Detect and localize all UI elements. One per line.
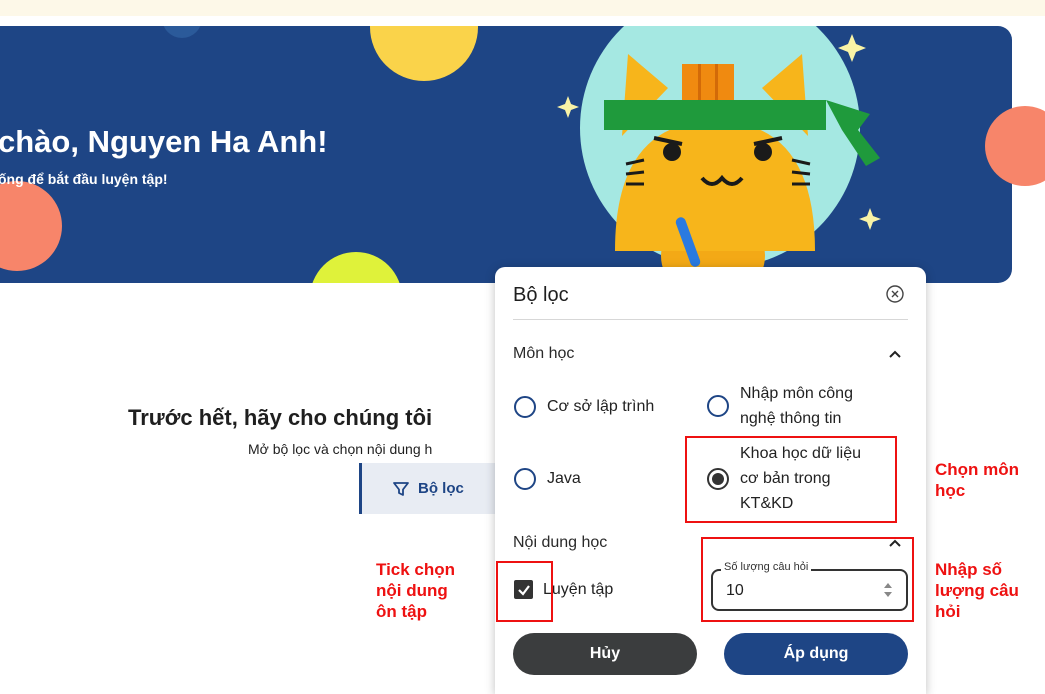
radio-button[interactable] bbox=[514, 395, 536, 418]
annotation-line: Nhập số bbox=[935, 560, 1003, 579]
filter-button-label: Bộ lọc bbox=[418, 480, 464, 497]
annotation-line: lượng câu bbox=[935, 581, 1019, 600]
annotation-line: học bbox=[935, 481, 966, 500]
annotation-line: hỏi bbox=[935, 602, 961, 621]
annotation-line: nội dung bbox=[376, 581, 448, 600]
subject-option-label: Java bbox=[547, 470, 581, 487]
annotation-box-checkbox bbox=[496, 561, 553, 622]
annotation-box-count bbox=[701, 537, 914, 622]
radio-button[interactable] bbox=[514, 467, 536, 490]
annotation-choose-subject: Chọn môn học bbox=[935, 459, 1019, 501]
page-subtext: Mở bộ lọc và chọn nội dung h bbox=[248, 441, 433, 457]
annotation-box-subject bbox=[685, 436, 897, 523]
practice-checkbox-label: Luyện tập bbox=[543, 580, 614, 598]
subject-section-label: Môn học bbox=[513, 345, 575, 362]
apply-button[interactable]: Áp dụng bbox=[724, 633, 908, 675]
coral-circle bbox=[0, 181, 62, 271]
small-blue-circle bbox=[163, 26, 201, 38]
subject-option-java[interactable]: Java bbox=[514, 466, 581, 491]
divider bbox=[513, 319, 908, 320]
top-banner-strip bbox=[0, 0, 1045, 16]
radio-button[interactable] bbox=[707, 395, 729, 417]
subject-option-label: Nhập môn công bbox=[740, 385, 853, 402]
content-section-label: Nội dung học bbox=[513, 534, 608, 551]
annotation-line: Tick chọn bbox=[376, 560, 456, 579]
sparkle-icon bbox=[859, 208, 881, 230]
chevron-up-icon[interactable] bbox=[888, 349, 902, 359]
subject-option-nhap-mon-cntt[interactable]: Nhập môn công nghệ thông tin bbox=[707, 381, 853, 431]
annotation-line: Chọn môn bbox=[935, 460, 1020, 479]
filter-panel-title: Bộ lọc bbox=[513, 284, 569, 306]
filter-icon bbox=[393, 481, 409, 496]
greeting-title: chào, Nguyen Ha Anh! bbox=[0, 124, 328, 159]
page-heading: Trước hết, hãy cho chúng tôi bbox=[128, 405, 433, 430]
sparkle-icon bbox=[838, 34, 866, 62]
open-filter-button[interactable]: Bộ lọc bbox=[359, 463, 499, 514]
subject-option-label: nghệ thông tin bbox=[740, 410, 842, 427]
annotation-tick-content: Tick chọn nội dung ôn tập bbox=[376, 559, 455, 622]
subject-option-co-so-lap-trinh[interactable]: Cơ sở lập trình bbox=[514, 394, 654, 419]
cancel-button[interactable]: Hủy bbox=[513, 633, 697, 675]
hero-banner: chào, Nguyen Ha Anh! ống để bắt đầu luyệ… bbox=[0, 26, 1012, 283]
yellow-circle bbox=[370, 26, 478, 81]
lime-circle bbox=[312, 252, 400, 283]
sparkle-icon bbox=[557, 96, 579, 118]
greeting-subtitle: ống để bắt đầu luyện tập! bbox=[0, 171, 168, 187]
annotation-enter-count: Nhập số lượng câu hỏi bbox=[935, 559, 1019, 622]
annotation-line: ôn tập bbox=[376, 602, 427, 621]
subject-option-label: Cơ sở lập trình bbox=[547, 398, 655, 415]
close-icon[interactable] bbox=[885, 284, 905, 304]
